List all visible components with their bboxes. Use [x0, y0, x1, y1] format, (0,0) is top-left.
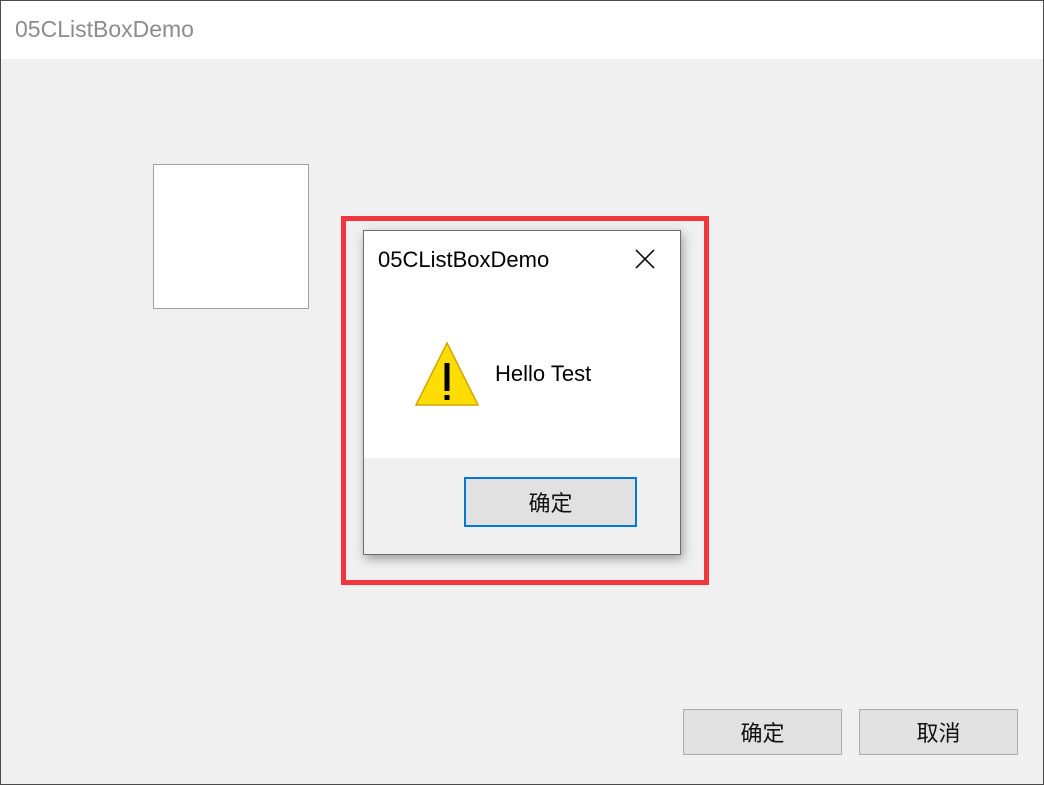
- message-box-title: 05CListBoxDemo: [378, 247, 550, 272]
- main-titlebar: 05CListBoxDemo: [1, 1, 1043, 59]
- message-ok-label: 确定: [528, 491, 573, 516]
- main-cancel-label: 取消: [916, 721, 961, 746]
- warning-icon: [414, 341, 480, 412]
- main-ok-button[interactable]: 确定: [683, 709, 842, 755]
- list-box[interactable]: [153, 164, 309, 309]
- main-ok-label: 确定: [740, 721, 785, 746]
- main-window-title: 05CListBoxDemo: [15, 16, 194, 42]
- message-ok-button[interactable]: 确定: [464, 477, 637, 527]
- main-cancel-button[interactable]: 取消: [859, 709, 1018, 755]
- close-icon[interactable]: [632, 246, 658, 272]
- message-box-dialog: 05CListBoxDemo Hello Test 确定: [363, 230, 681, 555]
- message-text: Hello Test: [495, 361, 592, 386]
